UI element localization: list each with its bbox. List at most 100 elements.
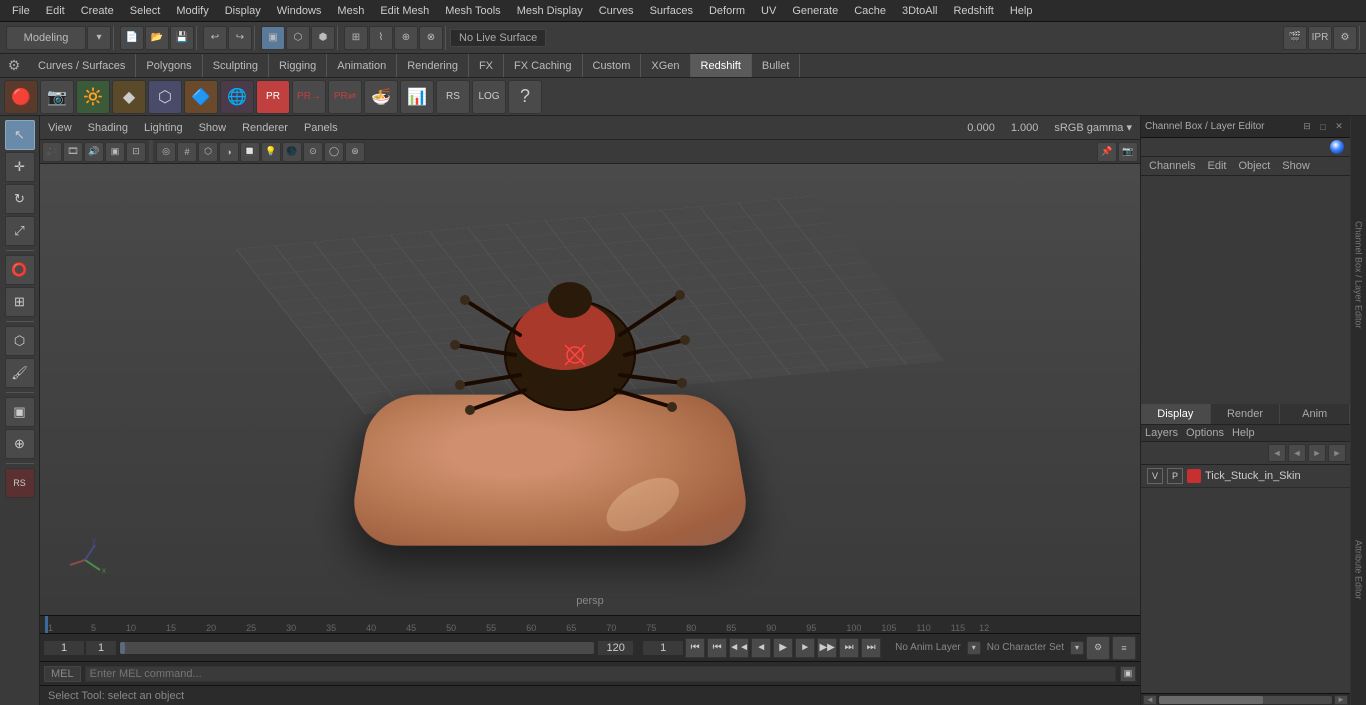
- shelf-icon-7[interactable]: 🌐: [220, 80, 254, 114]
- viewport-menu-renderer[interactable]: Renderer: [238, 122, 292, 134]
- shelf-tab-animation[interactable]: Animation: [327, 54, 397, 77]
- vp-lighting-btn[interactable]: 💡: [261, 142, 281, 162]
- shelf-tab-rigging[interactable]: Rigging: [269, 54, 327, 77]
- tab-anim[interactable]: Anim: [1280, 404, 1350, 424]
- shelf-icon-rs-3[interactable]: PR⇌: [328, 80, 362, 114]
- menu-uv[interactable]: UV: [753, 3, 784, 19]
- shelf-icon-rs-6[interactable]: RS: [436, 80, 470, 114]
- menu-display[interactable]: Display: [217, 3, 269, 19]
- back-btn[interactable]: ◄: [751, 638, 771, 658]
- layer-visible-btn[interactable]: V: [1147, 468, 1163, 484]
- select-tool[interactable]: ↖: [5, 120, 35, 150]
- prev-frame-btn[interactable]: ◄◄: [729, 638, 749, 658]
- vp-sel-mask[interactable]: ▣: [105, 142, 125, 162]
- layer-next-btn[interactable]: ►: [1308, 444, 1326, 462]
- color-wheel-btn[interactable]: [1330, 140, 1344, 154]
- shelf-tab-curves[interactable]: Curves / Surfaces: [28, 54, 136, 77]
- next-frame-btn[interactable]: ▶▶: [817, 638, 837, 658]
- right-panel-scrollbar[interactable]: ◄ ►: [1141, 693, 1350, 705]
- vp-isolate-btn[interactable]: ◎: [156, 142, 176, 162]
- shelf-icon-6[interactable]: 🔷: [184, 80, 218, 114]
- menu-windows[interactable]: Windows: [269, 3, 330, 19]
- viewport-menu-lighting[interactable]: Lighting: [140, 122, 187, 134]
- menu-select[interactable]: Select: [122, 3, 169, 19]
- shelf-icon-help[interactable]: ?: [508, 80, 542, 114]
- menu-mesh[interactable]: Mesh: [329, 3, 372, 19]
- color-space-dropdown[interactable]: sRGB gamma ▾: [1050, 121, 1136, 134]
- shelf-icon-3[interactable]: 🔆: [76, 80, 110, 114]
- subtab-object[interactable]: Object: [1234, 159, 1274, 173]
- snap-grid-tool[interactable]: ▣: [5, 397, 35, 427]
- menu-mesh-display[interactable]: Mesh Display: [509, 3, 591, 19]
- playback-current-frame[interactable]: [643, 641, 683, 655]
- current-frame-input[interactable]: 1: [44, 641, 84, 655]
- vp-snapshot-btn[interactable]: 📷: [1118, 142, 1138, 162]
- vp-shaded-btn[interactable]: ◑: [219, 142, 239, 162]
- 3d-viewport[interactable]: persp x y: [40, 164, 1140, 615]
- scroll-track[interactable]: [1159, 696, 1332, 704]
- shelf-icon-rs-4[interactable]: 🍜: [364, 80, 398, 114]
- shelf-icon-5[interactable]: ⬡: [148, 80, 182, 114]
- vp-dof-btn[interactable]: ◯: [324, 142, 344, 162]
- menu-cache[interactable]: Cache: [846, 3, 894, 19]
- options-menu-label[interactable]: Options: [1186, 427, 1224, 439]
- shelf-icon-rs-5[interactable]: 📊: [400, 80, 434, 114]
- layer-add-btn[interactable]: ►: [1328, 444, 1346, 462]
- shelf-icon-1[interactable]: 🔴: [4, 80, 38, 114]
- shelf-tab-sculpting[interactable]: Sculpting: [203, 54, 269, 77]
- vp-audio-btn[interactable]: 🔊: [84, 142, 104, 162]
- shelf-tab-xgen[interactable]: XGen: [641, 54, 690, 77]
- workspace-dropdown[interactable]: Modeling: [6, 26, 86, 50]
- shelf-icon-rs-1[interactable]: PR: [256, 80, 290, 114]
- snap-view-btn[interactable]: ⊗: [419, 26, 443, 50]
- snap-grid-btn[interactable]: ⊞: [344, 26, 368, 50]
- shelf-tab-fxcaching[interactable]: FX Caching: [504, 54, 582, 77]
- vp-film-btn[interactable]: 🎞: [63, 142, 83, 162]
- layer-color-swatch[interactable]: [1187, 469, 1201, 483]
- jump-start-btn[interactable]: ⏮: [685, 638, 705, 658]
- vp-camera-btn[interactable]: 🎥: [42, 142, 62, 162]
- vp-aa-btn[interactable]: ⊛: [345, 142, 365, 162]
- tab-display[interactable]: Display: [1141, 404, 1211, 424]
- shelf-gear-icon[interactable]: ⚙: [4, 56, 24, 76]
- snap-curve-btn[interactable]: ⌇: [369, 26, 393, 50]
- shelf-tab-polygons[interactable]: Polygons: [136, 54, 202, 77]
- step-fwd-btn[interactable]: ⏭: [839, 638, 859, 658]
- viewport-menu-shading[interactable]: Shading: [84, 122, 132, 134]
- scale-tool[interactable]: ⤢: [5, 216, 35, 246]
- layer-playback-btn[interactable]: P: [1167, 468, 1183, 484]
- shelf-tab-bullet[interactable]: Bullet: [752, 54, 801, 77]
- shelf-icon-rs-2[interactable]: PR→: [292, 80, 326, 114]
- shelf-tab-custom[interactable]: Custom: [583, 54, 642, 77]
- vp-sel-mask2[interactable]: ⊡: [126, 142, 146, 162]
- mel-input[interactable]: [85, 666, 1116, 682]
- scroll-left-btn[interactable]: ◄: [1143, 695, 1157, 705]
- soft-select-btn[interactable]: ⭕: [5, 255, 35, 285]
- viewport-menu-panels[interactable]: Panels: [300, 122, 342, 134]
- new-file-btn[interactable]: 📄: [120, 26, 144, 50]
- shelf-tab-rendering[interactable]: Rendering: [397, 54, 469, 77]
- vp-shadow-btn[interactable]: 🌑: [282, 142, 302, 162]
- menu-edit-mesh[interactable]: Edit Mesh: [372, 3, 437, 19]
- attr-editor-edge-label[interactable]: Attribute Editor: [1353, 536, 1365, 604]
- mel-enter-btn[interactable]: ▣: [1120, 666, 1136, 682]
- menu-redshift[interactable]: Redshift: [945, 3, 1001, 19]
- shelf-tab-redshift[interactable]: Redshift: [691, 54, 752, 77]
- range-end-input[interactable]: [598, 641, 633, 655]
- lasso-tool-btn[interactable]: ⬡: [286, 26, 310, 50]
- transform-tool[interactable]: ⊞: [5, 287, 35, 317]
- vp-ssao-btn[interactable]: ⊙: [303, 142, 323, 162]
- workspace-arrow[interactable]: ▾: [87, 26, 111, 50]
- render-settings-btn[interactable]: ⚙: [1333, 26, 1357, 50]
- menu-file[interactable]: File: [4, 3, 38, 19]
- char-set-btn[interactable]: ▾: [1070, 641, 1084, 655]
- select-tool-btn[interactable]: ▣: [261, 26, 285, 50]
- menu-modify[interactable]: Modify: [168, 3, 216, 19]
- viewport-menu-view[interactable]: View: [44, 122, 76, 134]
- shelf-icon-2[interactable]: 📷: [40, 80, 74, 114]
- paint-sel-btn[interactable]: ⬢: [311, 26, 335, 50]
- mel-toggle[interactable]: MEL: [44, 666, 81, 682]
- vp-wireframe-btn[interactable]: ⬡: [198, 142, 218, 162]
- lasso-tool[interactable]: ⬡: [5, 326, 35, 356]
- shelf-icon-4[interactable]: ◆: [112, 80, 146, 114]
